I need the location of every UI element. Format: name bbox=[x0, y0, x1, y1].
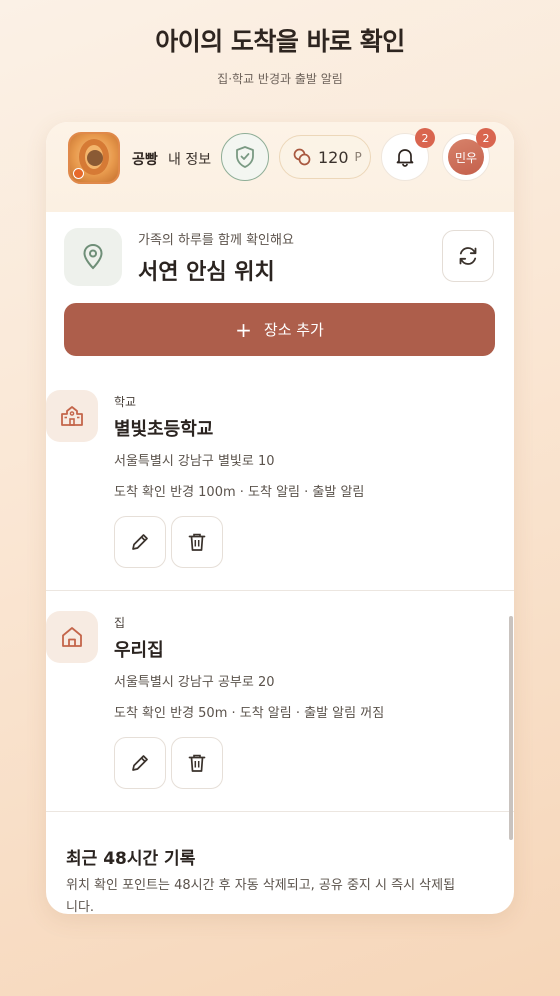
pencil-icon bbox=[132, 534, 148, 550]
delete-place-button[interactable] bbox=[171, 737, 223, 789]
page-subtitle: 집·학교 반경과 출발 알림 bbox=[217, 72, 343, 86]
safety-shield-button[interactable] bbox=[221, 133, 269, 181]
place-address: 서울특별시 강남구 별빛로 10 bbox=[114, 454, 275, 469]
pet-name[interactable]: 공빵 bbox=[132, 149, 158, 169]
section-title: 서연 안심 위치 bbox=[138, 260, 275, 285]
refresh-icon bbox=[459, 247, 477, 265]
plus-icon: + bbox=[235, 317, 252, 342]
coins-icon bbox=[293, 148, 311, 166]
edit-place-button[interactable] bbox=[114, 516, 166, 568]
place-settings-summary: 도착 확인 반경 100m · 도착 알림 · 출발 알림 bbox=[114, 485, 365, 500]
place-category: 집 bbox=[114, 616, 126, 630]
map-pin-icon bbox=[83, 243, 103, 270]
pet-avatar[interactable] bbox=[68, 132, 120, 184]
place-name: 별빛초등학교 bbox=[114, 419, 214, 440]
scrollbar[interactable] bbox=[509, 616, 513, 840]
location-icon-box bbox=[64, 228, 122, 286]
place-name: 우리집 bbox=[114, 640, 164, 661]
shield-check-icon bbox=[236, 146, 254, 168]
section-divider bbox=[46, 811, 514, 812]
home-icon bbox=[46, 611, 98, 663]
trash-icon bbox=[188, 533, 206, 551]
place-category: 학교 bbox=[114, 395, 137, 409]
add-place-label: 장소 추가 bbox=[263, 321, 324, 339]
house-icon bbox=[62, 627, 82, 647]
page-headline: 아이의 도착을 바로 확인 bbox=[155, 27, 405, 56]
place-divider bbox=[46, 590, 514, 591]
my-info-link[interactable]: 내 정보 bbox=[168, 149, 211, 169]
delete-place-button[interactable] bbox=[171, 516, 223, 568]
bell-icon bbox=[396, 149, 414, 167]
place-settings-summary: 도착 확인 반경 50m · 도착 알림 · 출발 알림 꺼짐 bbox=[114, 706, 385, 721]
user-count-badge: 2 bbox=[476, 128, 496, 148]
main-card: 공빵 내 정보 120 P 2 민우 2 가족의 하루를 함께 확인해요 서연 … bbox=[46, 122, 514, 914]
recent-history-title: 최근 48시간 기록 bbox=[66, 849, 196, 869]
edit-place-button[interactable] bbox=[114, 737, 166, 789]
place-item-home: 집 우리집 서울특별시 강남구 공부로 20 도착 확인 반경 50m · 도착… bbox=[46, 611, 514, 831]
trash-icon bbox=[188, 754, 206, 772]
pencil-icon bbox=[132, 755, 148, 771]
points-unit: P bbox=[354, 150, 362, 164]
school-icon bbox=[46, 390, 98, 442]
points-value: 120 bbox=[318, 147, 349, 167]
pet-level-dot bbox=[73, 168, 84, 179]
recent-history-description: 위치 확인 포인트는 48시간 후 자동 삭제되고, 공유 중지 시 즉시 삭제… bbox=[66, 878, 456, 914]
points-pill[interactable]: 120 P bbox=[279, 135, 371, 179]
top-bar: 공빵 내 정보 120 P 2 민우 2 bbox=[46, 122, 514, 212]
pet-avatar-face bbox=[87, 150, 103, 166]
place-address: 서울특별시 강남구 공부로 20 bbox=[114, 675, 275, 690]
refresh-button[interactable] bbox=[442, 230, 494, 282]
section-hint: 가족의 하루를 함께 확인해요 bbox=[138, 233, 294, 248]
school-building-icon bbox=[61, 406, 83, 426]
add-place-button[interactable]: + 장소 추가 bbox=[64, 303, 495, 356]
place-item-school: 학교 별빛초등학교 서울특별시 강남구 별빛로 10 도착 확인 반경 100m… bbox=[46, 390, 514, 610]
notification-count-badge: 2 bbox=[415, 128, 435, 148]
